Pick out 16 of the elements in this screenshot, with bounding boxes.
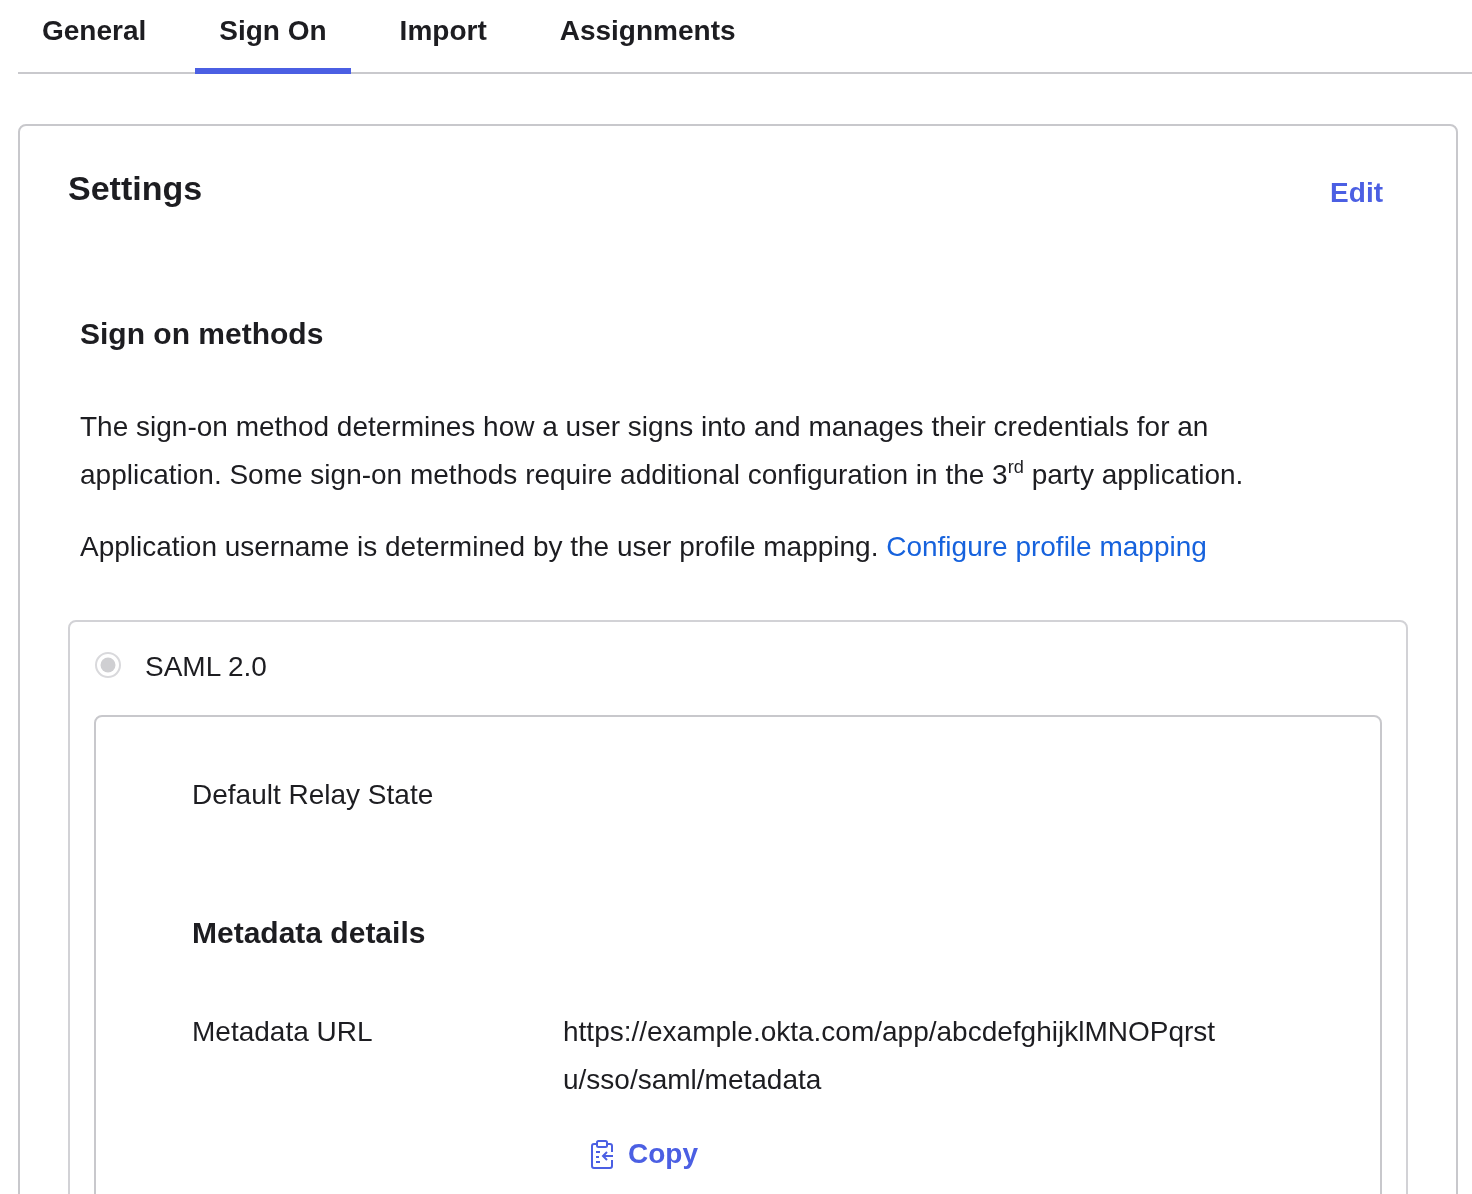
tab[interactable]: Sign On <box>195 0 351 74</box>
metadata-url-value: https://example.okta.com/app/abcdefghijklMNOPqrstu/sso/saml/metadata <box>563 1015 1217 1097</box>
tab[interactable]: Assignments <box>535 0 760 74</box>
clipboard-icon <box>590 1139 614 1169</box>
method-label: SAML 2.0 <box>145 650 267 684</box>
section-heading: Sign on methods <box>80 316 325 352</box>
profile-mapping-link[interactable]: Configure profile mapping <box>886 531 1207 562</box>
section-title: Settings <box>68 168 203 208</box>
username-note: Application username is determined by the user profile mapping. Configure profile mapping <box>80 530 1208 564</box>
description-text: The sign-on method determines how a user signs into and manages their credentials for an application. Some sign-on methods require additional configuration in the 3$^{rd}$ party application. <box>80 410 1245 492</box>
tab[interactable]: General <box>18 0 171 74</box>
edit-link[interactable]: Edit <box>1330 176 1383 210</box>
field-label: Default Relay State <box>192 778 435 812</box>
metadata-url-label: Metadata URL <box>192 1015 374 1049</box>
tab[interactable]: Import <box>375 0 511 74</box>
metadata-heading: Metadata details <box>192 915 427 951</box>
